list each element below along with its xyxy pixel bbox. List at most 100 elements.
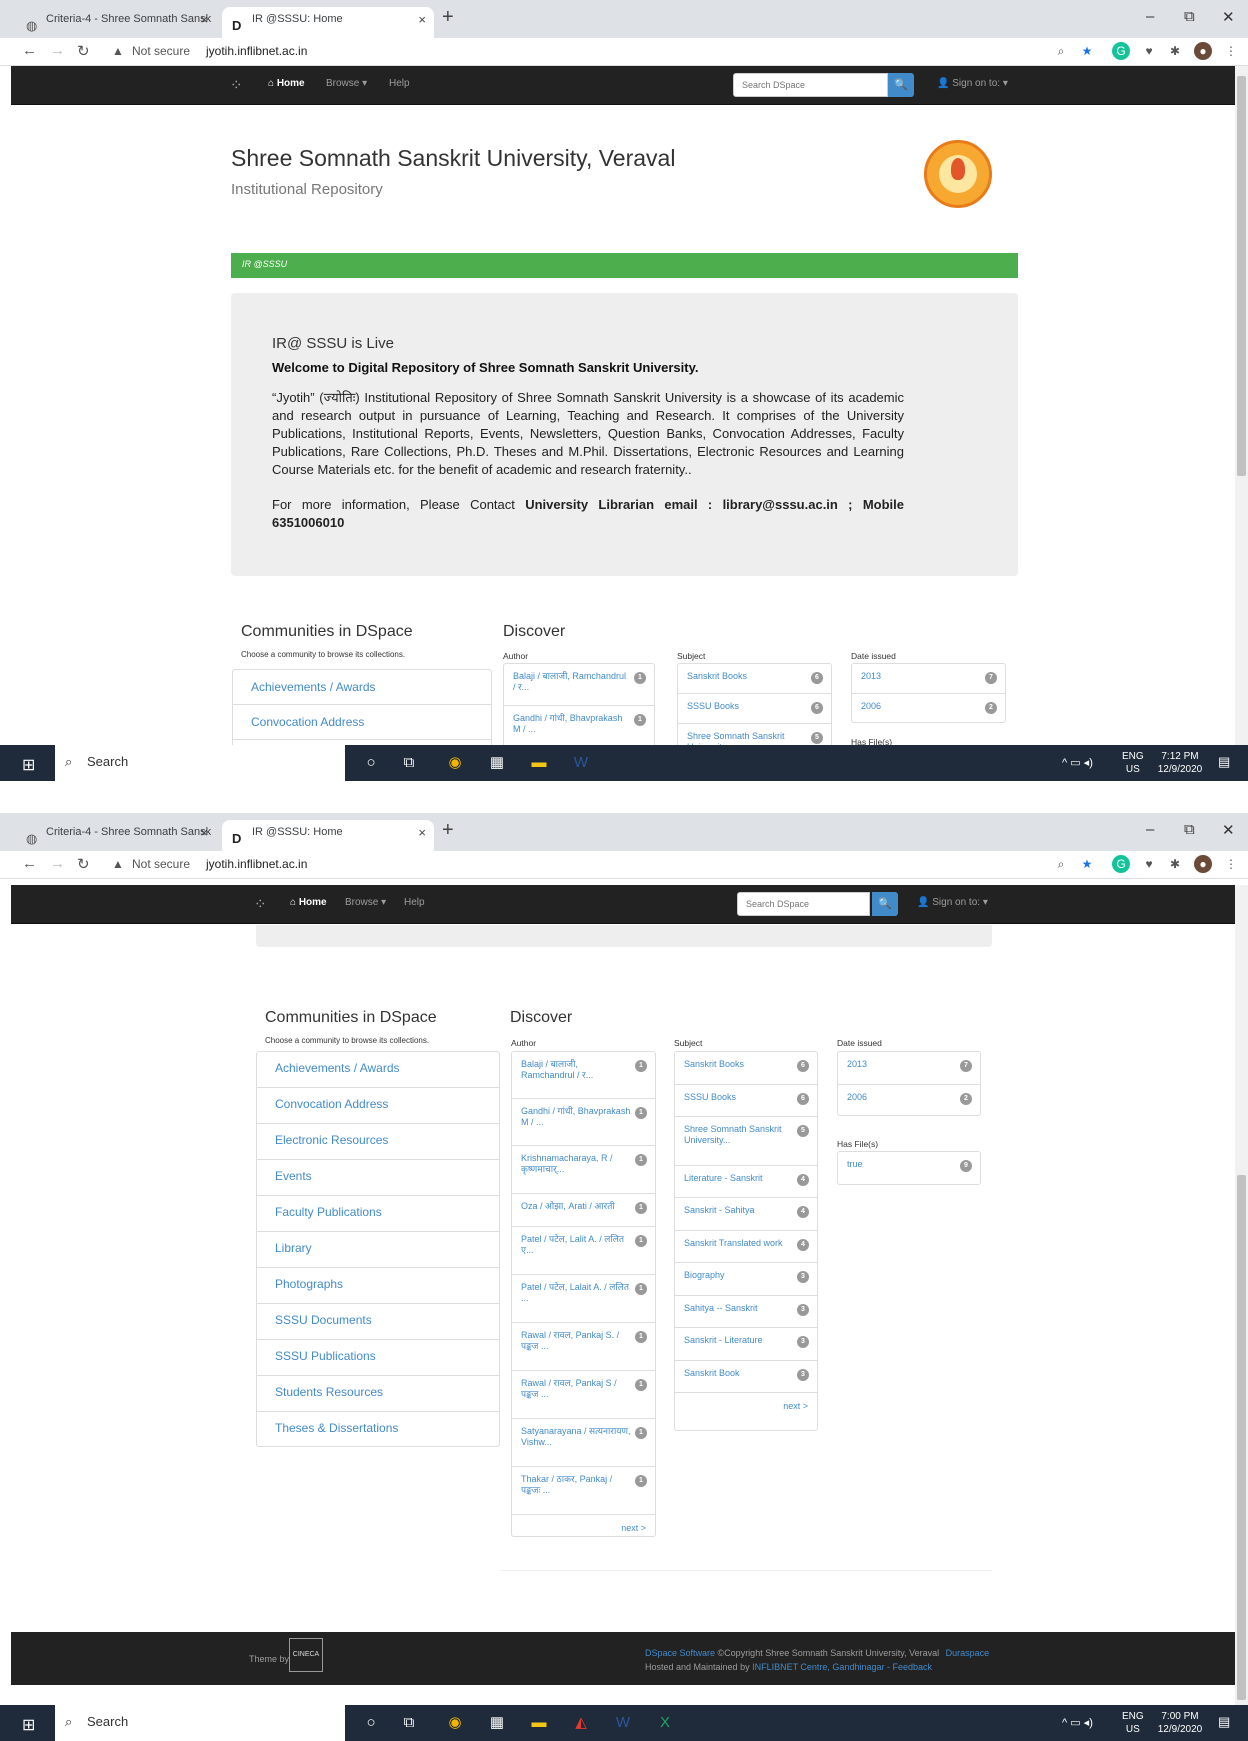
nav-home-link[interactable]: ⌂ Home (268, 78, 305, 89)
notification-icon[interactable]: ▤ (1218, 755, 1230, 768)
community-electronic-resources[interactable]: Electronic Resources (257, 1124, 499, 1160)
acrobat-icon[interactable]: ◭ (570, 1712, 592, 1734)
subject-facet-item[interactable]: Sahitya -- Sanskrit 3 (675, 1296, 817, 1328)
url-field[interactable]: jyotih.inflibnet.ac.in (206, 44, 307, 58)
author-facet-item[interactable]: Oza / ओझा, Arati / आरती 1 (512, 1194, 655, 1227)
author-facet-item[interactable]: Balaji / बालाजी, Ramchandrul / र... 1 (504, 664, 654, 706)
community-achievements[interactable]: Achievements / Awards (257, 1052, 499, 1088)
scrollbar-thumb[interactable] (1237, 1175, 1246, 1700)
feedback-link[interactable]: - Feedback (887, 1662, 932, 1672)
nav-help-link[interactable]: Help (404, 897, 425, 908)
forward-icon[interactable]: → (50, 855, 65, 872)
subject-facet-item[interactable]: Sanskrit - Literature 3 (675, 1328, 817, 1361)
subject-facet-item[interactable]: Literature - Sanskrit 4 (675, 1166, 817, 1198)
extensions-icon[interactable]: ✱ (1166, 42, 1184, 60)
close-window-button[interactable]: ✕ (1222, 821, 1235, 839)
author-facet-item[interactable]: Thakar / ठाकर, Pankaj / पङ्कजः ... 1 (512, 1467, 655, 1515)
taskbar-search[interactable]: ⌕ Search (55, 745, 345, 781)
subject-facet-item[interactable]: SSSU Books 6 (678, 694, 831, 724)
page-scrollbar[interactable] (1235, 66, 1248, 745)
restore-button[interactable]: ⧉ (1184, 8, 1195, 25)
grammarly-icon[interactable]: G (1112, 42, 1130, 60)
tab-close-icon[interactable]: × (200, 820, 208, 845)
word-icon[interactable]: W (570, 752, 592, 774)
excel-icon[interactable]: X (654, 1712, 676, 1734)
community-convocation[interactable]: Convocation Address (257, 1088, 499, 1124)
tab-close-icon[interactable]: × (418, 820, 426, 845)
clock[interactable]: 7:00 PM 12/9/2020 (1150, 1710, 1210, 1736)
browser-tab-home[interactable]: D IR @SSSU: Home × (222, 7, 434, 38)
avatar[interactable]: ● (1194, 855, 1212, 873)
new-tab-button[interactable]: + (442, 6, 454, 29)
tray-icons[interactable]: ^ ▭ ◂) (1062, 757, 1093, 770)
menu-icon[interactable]: ⋮ (1222, 42, 1240, 60)
community-theses-dissertations[interactable]: Theses & Dissertations (257, 1412, 499, 1448)
breadcrumb[interactable]: IR @SSSU (231, 253, 1018, 278)
menu-icon[interactable]: ⋮ (1222, 855, 1240, 873)
zoom-icon[interactable]: ⌕ (1052, 855, 1070, 873)
date-facet-item[interactable]: 2013 7 (852, 664, 1005, 694)
warning-icon[interactable]: ▲ (112, 44, 124, 58)
not-secure-label[interactable]: Not secure (132, 857, 190, 871)
cineca-logo[interactable]: CINECA (289, 1638, 323, 1672)
subject-facet-item[interactable]: SSSU Books 6 (675, 1085, 817, 1117)
subject-next-link[interactable]: next > (675, 1393, 817, 1419)
task-view-icon[interactable]: ⧉ (398, 1712, 420, 1734)
date-facet-item[interactable]: 2006 2 (838, 1085, 980, 1116)
author-facet-item[interactable]: Gandhi / गांधी, Bhavprakash M / ... 1 (512, 1099, 655, 1146)
date-facet-item[interactable]: 2013 7 (838, 1052, 980, 1085)
pocket-icon[interactable]: ♥ (1140, 42, 1158, 60)
browser-tab-criteria[interactable]: ◍ Criteria-4 - Shree Somnath Sansk × (16, 820, 216, 851)
cortana-icon[interactable]: ○ (360, 752, 382, 774)
author-facet-item[interactable]: Balaji / बालाजी, Ramchandrul / र... 1 (512, 1052, 655, 1099)
new-tab-button[interactable]: + (442, 819, 454, 842)
word-icon[interactable]: W (612, 1712, 634, 1734)
subject-facet-item[interactable]: Sanskrit Translated work 4 (675, 1231, 817, 1263)
subject-facet-item[interactable]: Sanskrit Books 6 (678, 664, 831, 694)
chrome-icon[interactable]: ◉ (444, 1712, 466, 1734)
reload-icon[interactable]: ↻ (77, 42, 90, 60)
tab-close-icon[interactable]: × (200, 7, 208, 32)
tab-close-icon[interactable]: × (418, 7, 426, 32)
close-window-button[interactable]: ✕ (1222, 8, 1235, 26)
author-facet-item[interactable]: Satyanarayana / सत्यनारायण, Vishw... 1 (512, 1419, 655, 1467)
nav-help-link[interactable]: Help (389, 78, 410, 89)
url-field[interactable]: jyotih.inflibnet.ac.in (206, 857, 307, 871)
subject-facet-item[interactable]: Sanskrit Book 3 (675, 1361, 817, 1393)
dspace-software-link[interactable]: DSpace Software (645, 1648, 715, 1658)
author-facet-item[interactable]: Rawal / रावल, Pankaj S. / पङ्कज ... 1 (512, 1323, 655, 1371)
search-button[interactable]: 🔍 (872, 892, 898, 916)
language-indicator[interactable]: ENG US (1122, 1710, 1144, 1736)
calculator-icon[interactable]: ▦ (486, 752, 508, 774)
author-facet-item[interactable]: Krishnamacharaya, R / कृष्णमाचार्... 1 (512, 1146, 655, 1194)
minimize-button[interactable]: – (1146, 8, 1154, 25)
dspace-logo-icon[interactable]: ⁘ (254, 895, 267, 913)
reload-icon[interactable]: ↻ (77, 855, 90, 873)
restore-button[interactable]: ⧉ (1184, 821, 1195, 838)
bookmark-star-icon[interactable]: ★ (1078, 855, 1096, 873)
author-next-link[interactable]: next > (512, 1515, 655, 1541)
browser-tab-home[interactable]: D IR @SSSU: Home × (222, 820, 434, 851)
author-facet-item[interactable]: Patel / पटेल, Lalit A. / ललित ए... 1 (512, 1227, 655, 1275)
subject-facet-item[interactable]: Sanskrit - Sahitya 4 (675, 1198, 817, 1231)
search-input[interactable] (737, 892, 870, 916)
community-faculty-publications[interactable]: Faculty Publications (257, 1196, 499, 1232)
extensions-icon[interactable]: ✱ (1166, 855, 1184, 873)
calculator-icon[interactable]: ▦ (486, 1712, 508, 1734)
file-explorer-icon[interactable]: ▬ (528, 1712, 550, 1734)
back-icon[interactable]: ← (22, 855, 37, 872)
warning-icon[interactable]: ▲ (112, 857, 124, 871)
not-secure-label[interactable]: Not secure (132, 44, 190, 58)
language-indicator[interactable]: ENG US (1122, 750, 1144, 776)
cortana-icon[interactable]: ○ (360, 1712, 382, 1734)
nav-browse-link[interactable]: Browse ▾ (326, 78, 367, 89)
nav-home-link[interactable]: ⌂ Home (290, 897, 327, 908)
scrollbar-thumb[interactable] (1237, 76, 1246, 476)
taskbar-search[interactable]: ⌕ Search (55, 1705, 345, 1741)
community-events[interactable]: Events (257, 1160, 499, 1196)
sign-on-menu[interactable]: 👤 Sign on to: ▾ (937, 78, 1008, 89)
author-facet-item[interactable]: Rawal / रावल, Pankaj S / पङ्कज ... 1 (512, 1371, 655, 1419)
grammarly-icon[interactable]: G (1112, 855, 1130, 873)
pocket-icon[interactable]: ♥ (1140, 855, 1158, 873)
browser-tab-criteria[interactable]: ◍ Criteria-4 - Shree Somnath Sansk × (16, 7, 216, 38)
